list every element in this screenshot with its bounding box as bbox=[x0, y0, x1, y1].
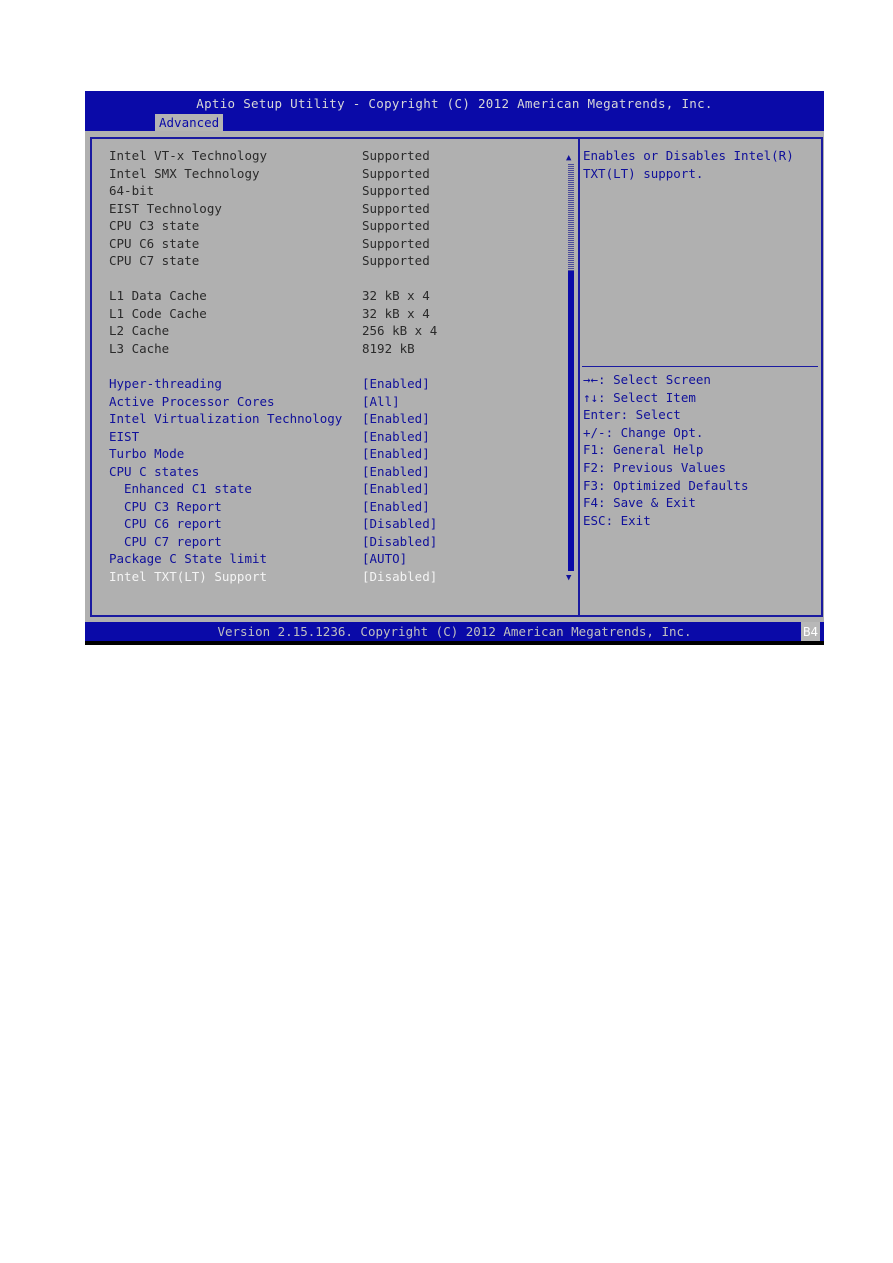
option-label: Active Processor Cores bbox=[109, 393, 275, 409]
option-value[interactable]: [Enabled] bbox=[362, 480, 430, 497]
cache-value: 32 kB x 4 bbox=[362, 305, 430, 321]
key-hint: +/-: Change Opt. bbox=[583, 424, 704, 440]
scroll-down-arrow-icon[interactable]: ▼ bbox=[566, 573, 571, 583]
cache-label: L3 Cache bbox=[109, 340, 170, 356]
info-value: Supported bbox=[362, 235, 430, 251]
bios-screen: Aptio Setup Utility - Copyright (C) 2012… bbox=[85, 91, 824, 645]
info-value: Supported bbox=[362, 183, 430, 198]
option-value[interactable]: [AUTO] bbox=[362, 550, 407, 567]
option-label: CPU C7 report bbox=[124, 533, 222, 549]
scrollbar-track[interactable] bbox=[568, 163, 574, 271]
key-legend: →←: Select Screen ↑↓: Select Item Enter:… bbox=[583, 371, 749, 529]
cache-value: 256 kB x 4 bbox=[362, 323, 438, 338]
info-label: 64-bit bbox=[109, 183, 155, 198]
option-value[interactable]: [Enabled] bbox=[362, 428, 430, 445]
cache-label: L2 Cache bbox=[109, 323, 170, 338]
option-label: CPU C3 Report bbox=[124, 498, 222, 514]
header-bar: Aptio Setup Utility - Copyright (C) 2012… bbox=[85, 91, 824, 131]
key-hint: F4: Save & Exit bbox=[583, 495, 696, 511]
key-hint: Enter: Select bbox=[583, 407, 681, 423]
option-label: Hyper-threading bbox=[109, 376, 222, 391]
option-label: CPU C states bbox=[109, 463, 200, 479]
option-label: Intel Virtualization Technology bbox=[109, 411, 343, 426]
key-hint: F2: Previous Values bbox=[583, 459, 726, 475]
help-description: Enables or Disables Intel(R) TXT(LT) sup… bbox=[583, 148, 794, 181]
version-text: Version 2.15.1236. Copyright (C) 2012 Am… bbox=[217, 624, 692, 639]
option-value[interactable]: [Enabled] bbox=[362, 445, 430, 462]
info-label: CPU C3 state bbox=[109, 218, 200, 233]
option-value[interactable]: [Disabled] bbox=[362, 533, 437, 550]
help-divider bbox=[582, 366, 818, 367]
main-area: Intel VT-x Technology Supported Intel SMX… bbox=[85, 131, 824, 622]
option-value[interactable]: [Enabled] bbox=[362, 375, 430, 392]
cache-value: 32 kB x 4 bbox=[362, 288, 430, 303]
cache-label: L1 Code Cache bbox=[109, 305, 207, 321]
scrollbar-thumb[interactable] bbox=[568, 271, 574, 571]
option-label: EIST bbox=[109, 428, 140, 444]
key-hint: ESC: Exit bbox=[583, 512, 651, 528]
option-value[interactable]: [All] bbox=[362, 393, 400, 410]
key-hint: F3: Optimized Defaults bbox=[583, 477, 749, 493]
option-label: Turbo Mode bbox=[109, 446, 185, 461]
option-label: CPU C6 report bbox=[124, 516, 222, 531]
option-value[interactable]: [Enabled] bbox=[362, 498, 430, 515]
settings-panel: Intel VT-x Technology Supported Intel SMX… bbox=[90, 137, 579, 617]
help-panel: Enables or Disables Intel(R) TXT(LT) sup… bbox=[578, 137, 823, 617]
option-label: Package C State limit bbox=[109, 551, 268, 566]
key-hint: ↑↓: Select Item bbox=[583, 389, 696, 405]
info-label: Intel SMX Technology bbox=[109, 165, 260, 181]
footer-bar: Version 2.15.1236. Copyright (C) 2012 Am… bbox=[85, 622, 824, 641]
option-value[interactable]: [Disabled] bbox=[362, 515, 437, 532]
info-label: Intel VT-x Technology bbox=[109, 148, 268, 163]
info-label: CPU C7 state bbox=[109, 253, 200, 268]
option-value[interactable]: [Disabled] bbox=[362, 568, 437, 585]
utility-title: Aptio Setup Utility - Copyright (C) 2012… bbox=[196, 96, 713, 111]
option-label: Enhanced C1 state bbox=[124, 481, 252, 496]
info-value: Supported bbox=[362, 218, 430, 233]
scroll-up-arrow-icon[interactable]: ▲ bbox=[566, 153, 571, 163]
cache-value: 8192 kB bbox=[362, 340, 415, 356]
key-hint: →←: Select Screen bbox=[583, 372, 711, 387]
option-value[interactable]: [Enabled] bbox=[362, 410, 430, 427]
info-label: CPU C6 state bbox=[109, 235, 200, 251]
post-code-badge: B4 bbox=[800, 622, 820, 641]
info-value: Supported bbox=[362, 148, 430, 163]
cache-label: L1 Data Cache bbox=[109, 288, 207, 303]
info-value: Supported bbox=[362, 253, 430, 268]
info-label: EIST Technology bbox=[109, 200, 222, 216]
info-value: Supported bbox=[362, 165, 430, 181]
info-value: Supported bbox=[362, 200, 430, 216]
option-value[interactable]: [Enabled] bbox=[362, 463, 430, 480]
option-label: Intel TXT(LT) Support bbox=[109, 568, 268, 584]
key-hint: F1: General Help bbox=[583, 442, 704, 458]
tab-advanced[interactable]: Advanced bbox=[155, 114, 224, 131]
